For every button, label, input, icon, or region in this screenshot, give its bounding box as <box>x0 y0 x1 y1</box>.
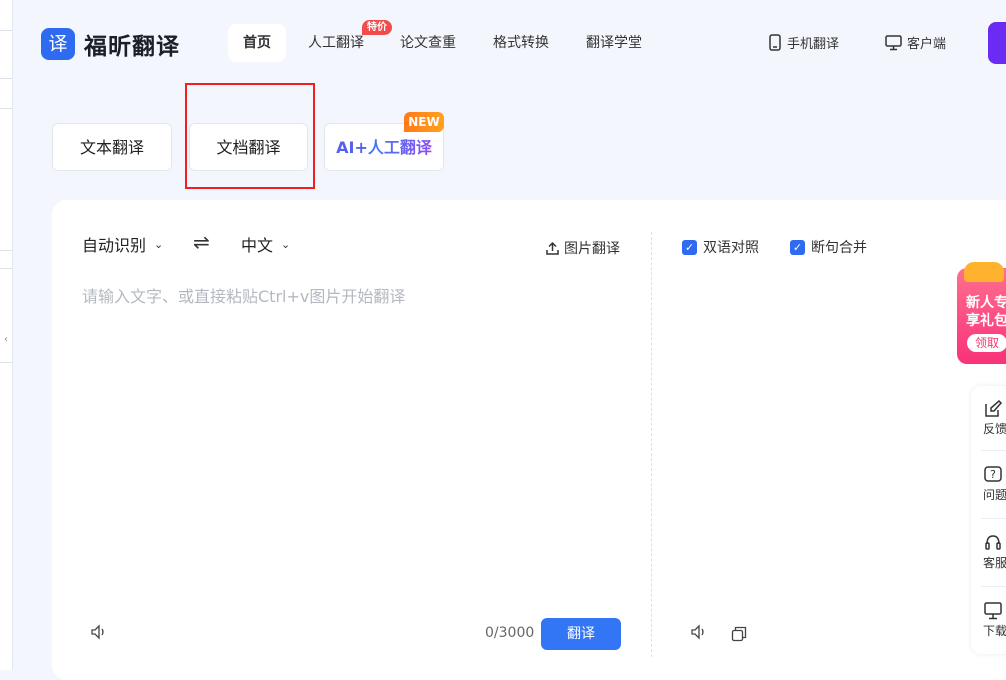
speaker-icon[interactable] <box>90 624 108 644</box>
svg-text:?: ? <box>990 468 996 481</box>
panel-divider <box>651 232 652 657</box>
phone-icon <box>769 34 781 51</box>
customer-service-button[interactable]: 客服 <box>983 532 1006 571</box>
download-label: 下载 <box>983 624 1006 638</box>
source-text-input[interactable]: 请输入文字、或直接粘贴Ctrl+v图片开始翻译 <box>82 283 405 307</box>
nav-format-convert[interactable]: 格式转换 <box>493 24 549 62</box>
nav-home[interactable]: 首页 <box>228 24 286 62</box>
checkbox-checked-icon: ✓ <box>682 239 697 255</box>
headset-icon <box>985 535 1001 550</box>
nav-plagiarism-check[interactable]: 论文查重 <box>400 24 456 62</box>
side-toolbar: 反馈 ? 问题 客服 下载 <box>971 386 1006 654</box>
tab-text-translation[interactable]: 文本翻译 <box>52 123 172 171</box>
login-button[interactable] <box>988 22 1006 64</box>
feedback-label: 反馈 <box>983 422 1006 436</box>
translate-button[interactable]: 翻译 <box>541 618 621 650</box>
download-button[interactable]: 下载 <box>983 600 1006 639</box>
swap-languages-icon[interactable]: ⇌ <box>193 230 210 254</box>
mobile-translate-link[interactable]: 手机翻译 <box>768 33 839 52</box>
sale-badge: 特价 <box>362 20 392 35</box>
collapse-arrow-icon[interactable]: ‹ <box>4 334 8 345</box>
copy-icon[interactable] <box>731 626 747 642</box>
gift-bow-icon <box>964 262 1004 282</box>
client-download-link[interactable]: 客户端 <box>885 33 946 52</box>
upload-icon <box>546 241 559 255</box>
target-speaker-icon[interactable] <box>690 624 708 644</box>
question-icon: ? <box>984 466 1002 482</box>
browser-left-strip: ‹ <box>0 0 13 670</box>
promo-line-1: 新人专 <box>966 295 1006 311</box>
target-language-label: 中文 <box>241 236 274 255</box>
promo-claim-button[interactable]: 领取 <box>967 334 1006 352</box>
translation-panel <box>52 200 1006 680</box>
customer-service-label: 客服 <box>983 556 1006 570</box>
character-counter: 0/3000 <box>485 625 535 641</box>
feedback-button[interactable]: 反馈 <box>983 398 1006 437</box>
client-label: 客户端 <box>907 37 947 52</box>
mobile-translate-label: 手机翻译 <box>787 37 840 52</box>
new-user-gift-promo[interactable]: 新人专 享礼包 领取 <box>957 262 1006 364</box>
image-translate-label: 图片翻译 <box>564 241 620 257</box>
target-language-select[interactable]: 中文 ⌄ <box>241 232 290 256</box>
monitor-icon <box>885 34 902 50</box>
new-badge: NEW <box>404 112 444 132</box>
source-language-label: 自动识别 <box>82 236 147 255</box>
faq-label: 问题 <box>983 488 1006 502</box>
nav-human-translation[interactable]: 人工翻译 <box>308 24 364 62</box>
tab-ai-prefix: AI+ <box>336 138 368 157</box>
logo-icon[interactable]: 译 <box>41 28 75 60</box>
bilingual-label: 双语对照 <box>703 240 759 256</box>
nav-translation-academy[interactable]: 翻译学堂 <box>586 24 642 62</box>
checkbox-checked-icon: ✓ <box>790 239 805 255</box>
faq-button[interactable]: ? 问题 <box>983 464 1006 503</box>
merge-sentences-label: 断句合并 <box>811 240 867 256</box>
chevron-down-icon: ⌄ <box>154 237 164 251</box>
monitor-icon <box>984 602 1002 620</box>
bilingual-checkbox[interactable]: ✓ 双语对照 <box>682 237 759 257</box>
promo-line-2: 享礼包 <box>966 313 1006 329</box>
tab-ai-main: 人工翻译 <box>367 138 432 157</box>
source-language-select[interactable]: 自动识别 ⌄ <box>82 232 163 256</box>
chevron-down-icon: ⌄ <box>281 237 291 251</box>
image-translate-button[interactable]: 图片翻译 <box>545 238 620 258</box>
edit-icon <box>985 399 1003 417</box>
merge-sentences-checkbox[interactable]: ✓ 断句合并 <box>790 237 867 257</box>
app-name[interactable]: 福昕翻译 <box>84 27 180 61</box>
highlight-box <box>185 83 315 189</box>
